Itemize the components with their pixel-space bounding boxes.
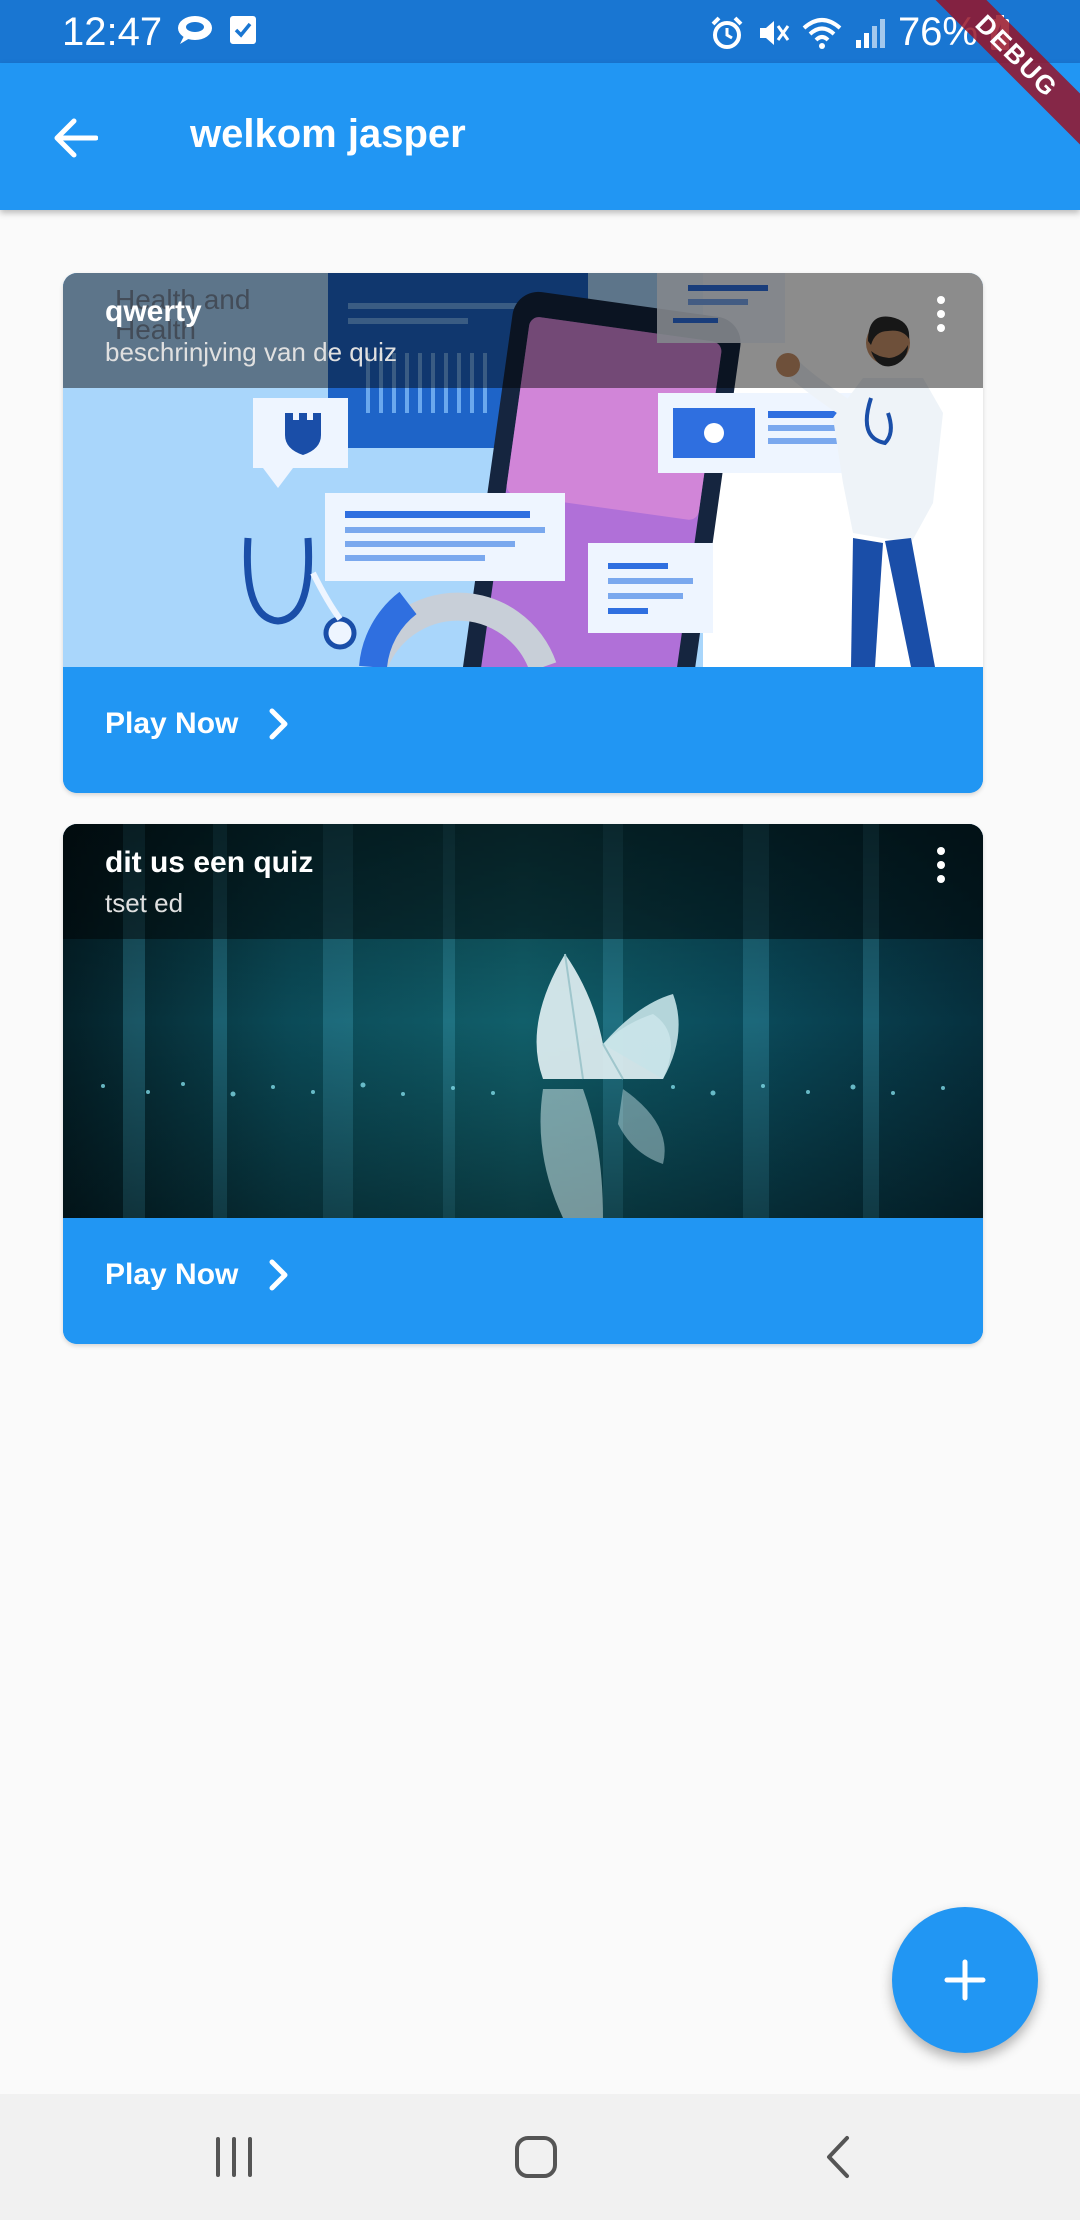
battery-percent: 76%	[897, 10, 978, 54]
add-quiz-button[interactable]	[892, 1907, 1038, 2053]
recent-apps-button[interactable]	[194, 2124, 274, 2190]
quiz-card: dit us een quiz tset ed Play Now	[63, 824, 983, 1344]
quiz-title: dit us een quiz	[105, 846, 314, 879]
notification-icons	[176, 14, 258, 46]
back-button[interactable]	[40, 103, 110, 173]
play-now-label: Play Now	[105, 707, 239, 740]
recent-apps-icon	[216, 2137, 252, 2177]
play-now-button[interactable]: Play Now	[105, 707, 290, 741]
signal-icon	[855, 18, 885, 48]
play-now-label: Play Now	[105, 1258, 239, 1291]
arrow-back-icon	[54, 118, 98, 158]
page-title: welkom jasper	[190, 112, 466, 156]
play-now-button[interactable]: Play Now	[105, 1258, 290, 1292]
wifi-icon	[802, 17, 842, 49]
system-nav-bar	[0, 2094, 1080, 2220]
chevron-right-icon	[269, 1259, 288, 1291]
battery-charging-icon	[991, 14, 1009, 50]
chevron-right-icon	[269, 708, 288, 740]
status-time: 12:47	[62, 10, 163, 54]
quiz-description: beschrinjving van de quiz	[105, 337, 397, 367]
quiz-card-footer: Play Now	[63, 667, 983, 793]
alarm-icon	[711, 16, 743, 49]
quiz-title: qwerty	[105, 295, 202, 328]
home-button[interactable]	[496, 2124, 576, 2190]
mute-icon	[759, 20, 790, 45]
checkbox-icon	[230, 16, 256, 44]
quiz-card-header: qwerty beschrinjving van de quiz	[63, 273, 983, 388]
more-vert-icon[interactable]	[921, 842, 961, 888]
app-bar: welkom jasper	[0, 63, 1080, 210]
quiz-card: Health and Health qwerty beschrinjving v…	[63, 273, 983, 793]
quiz-description: tset ed	[105, 888, 184, 918]
status-right: 76%	[710, 10, 1010, 55]
chat-bubble-icon	[178, 16, 212, 44]
home-icon	[515, 2136, 557, 2178]
status-bar: 12:47 76%	[0, 0, 1080, 63]
system-back-button[interactable]	[798, 2124, 878, 2190]
back-icon	[827, 2136, 849, 2178]
more-vert-icon[interactable]	[921, 291, 961, 337]
quiz-card-footer: Play Now	[63, 1218, 983, 1344]
quiz-card-header: dit us een quiz tset ed	[63, 824, 983, 939]
plus-icon	[944, 1959, 986, 2001]
